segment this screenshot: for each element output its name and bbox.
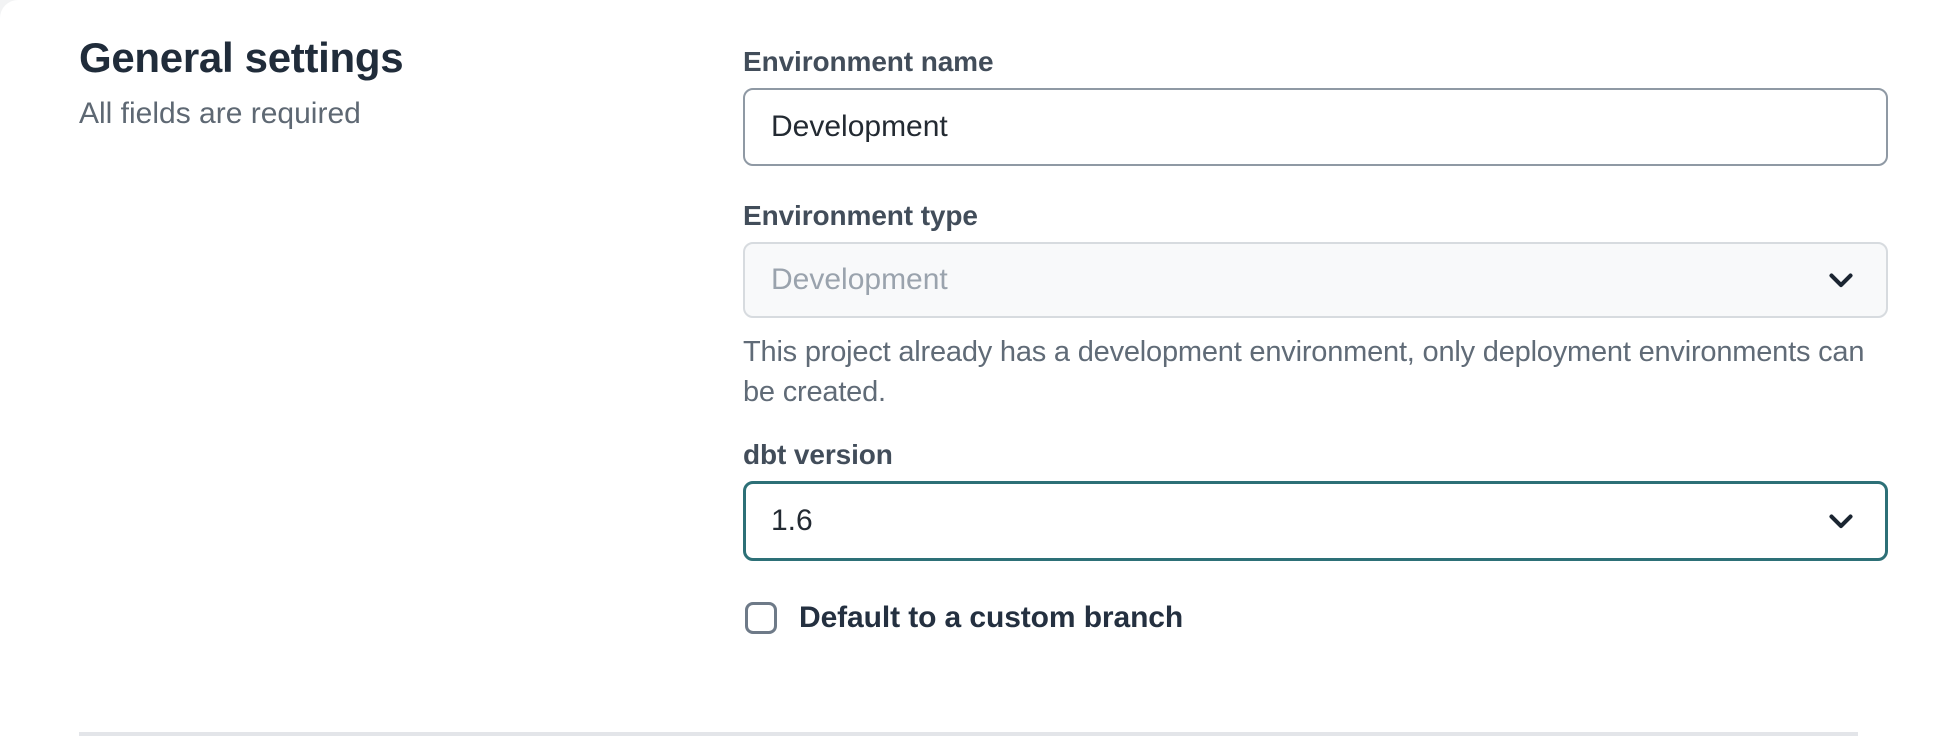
environment-type-label: Environment type (743, 198, 1888, 234)
section-title: General settings (79, 34, 699, 82)
environment-name-input[interactable] (743, 88, 1888, 166)
environment-name-label: Environment name (743, 44, 1888, 80)
dbt-version-label: dbt version (743, 437, 1888, 473)
environment-type-select[interactable]: Development (743, 242, 1888, 318)
section-header: General settings All fields are required (79, 34, 699, 132)
general-settings-form: Environment name Environment type Develo… (743, 44, 1888, 635)
custom-branch-row: Default to a custom branch (745, 601, 1888, 635)
chevron-down-icon (1822, 502, 1860, 540)
chevron-down-icon (1822, 261, 1860, 299)
custom-branch-label[interactable]: Default to a custom branch (799, 601, 1183, 635)
environment-type-value: Development (771, 263, 948, 297)
section-subtitle: All fields are required (79, 96, 699, 132)
environment-type-helper-text: This project already has a development e… (743, 332, 1888, 412)
custom-branch-checkbox[interactable] (745, 602, 777, 634)
dbt-version-select[interactable]: 1.6 (743, 481, 1888, 561)
dbt-version-value: 1.6 (771, 504, 813, 538)
section-divider (79, 732, 1858, 736)
content-card-rounded-corner (0, 0, 36, 36)
